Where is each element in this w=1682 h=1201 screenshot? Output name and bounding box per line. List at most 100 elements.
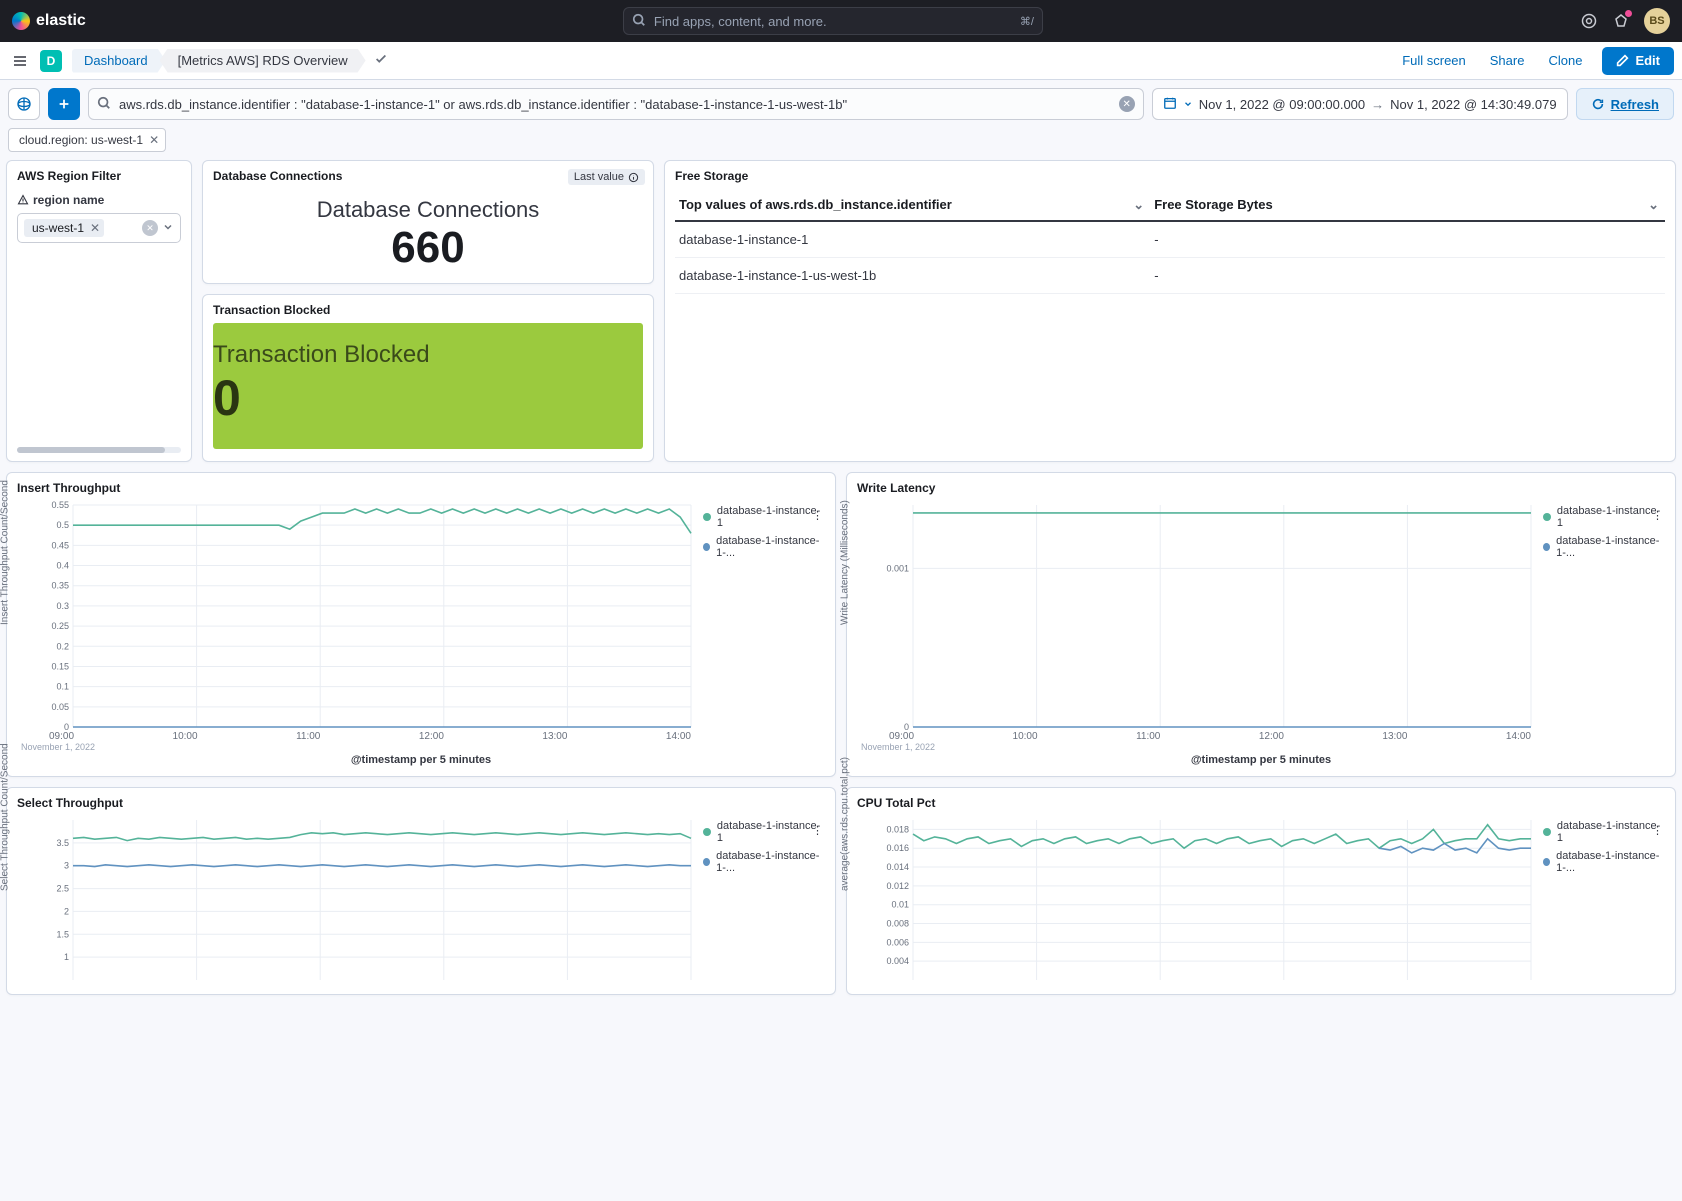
db-connections-panel: Database Connections Last value Database… (202, 160, 654, 284)
search-placeholder: Find apps, content, and more. (654, 14, 827, 29)
data-view-button[interactable] (8, 88, 40, 120)
cpu-total-panel: CPU Total Pct average(aws.rds.cpu.total.… (846, 787, 1676, 995)
legend-item[interactable]: database-1-instance-1-... (703, 850, 825, 874)
chart-area[interactable]: 11.522.533.5 (45, 816, 695, 984)
legend-label: database-1-instance-1 (717, 820, 825, 844)
panel-title: CPU Total Pct (857, 796, 1665, 810)
calendar-icon (1163, 96, 1177, 113)
svg-text:2.5: 2.5 (56, 884, 69, 894)
chevron-down-icon: ⌄ (1133, 197, 1144, 213)
last-value-badge[interactable]: Last value (568, 169, 645, 185)
help-icon[interactable] (1580, 12, 1598, 30)
legend-item[interactable]: database-1-instance-1 (703, 505, 825, 529)
fullscreen-button[interactable]: Full screen (1390, 53, 1478, 68)
legend-more-icon[interactable]: ⋮ (1652, 509, 1663, 522)
legend-swatch (1543, 543, 1550, 551)
svg-text:0.014: 0.014 (886, 862, 909, 872)
svg-text:1: 1 (64, 952, 69, 962)
remove-pill-icon[interactable]: ✕ (90, 221, 100, 235)
svg-text:0.25: 0.25 (51, 621, 69, 631)
table-row[interactable]: database-1-instance-1-us-west-1b- (675, 258, 1665, 294)
svg-text:0.008: 0.008 (886, 919, 909, 929)
legend-item[interactable]: database-1-instance-1-... (1543, 850, 1665, 874)
legend-item[interactable]: database-1-instance-1-... (1543, 535, 1665, 559)
legend-more-icon[interactable]: ⋮ (812, 509, 823, 522)
cell-id: database-1-instance-1-us-west-1b (675, 258, 1150, 294)
arrow-right-icon: → (1371, 97, 1384, 112)
table-row[interactable]: database-1-instance-1- (675, 221, 1665, 258)
chevron-down-icon[interactable] (162, 220, 174, 236)
region-filter-panel: AWS Region Filter region name us-west-1 … (6, 160, 192, 462)
table-header[interactable]: Free Storage Bytes⌄ (1150, 189, 1665, 221)
region-field-label: region name (17, 193, 181, 207)
clear-query-button[interactable]: ✕ (1119, 96, 1135, 112)
svg-text:0: 0 (904, 722, 909, 731)
y-axis-label: average(aws.rds.cpu.total.pct) (840, 757, 851, 891)
legend-item[interactable]: database-1-instance-1 (1543, 820, 1665, 844)
edit-label: Edit (1635, 53, 1660, 68)
svg-text:0.3: 0.3 (56, 601, 69, 611)
insert-throughput-panel: Insert Throughput Insert Throughput Coun… (6, 472, 836, 777)
svg-text:0.35: 0.35 (51, 581, 69, 591)
brand-logo[interactable]: elastic (12, 12, 86, 30)
search-icon (632, 13, 646, 30)
newsfeed-icon[interactable] (1612, 12, 1630, 30)
user-avatar[interactable]: BS (1644, 8, 1670, 34)
metric-value: 0 (213, 369, 643, 427)
clone-button[interactable]: Clone (1536, 53, 1594, 68)
legend-label: database-1-instance-1-... (1556, 850, 1665, 874)
chart-legend: database-1-instance-1 database-1-instance… (1535, 816, 1665, 984)
search-shortcut: ⌘/ (1020, 15, 1034, 28)
query-text: aws.rds.db_instance.identifier : "databa… (119, 97, 847, 112)
chart-area[interactable]: 00.001 (885, 501, 1535, 731)
legend-item[interactable]: database-1-instance-1 (703, 820, 825, 844)
svg-text:0.01: 0.01 (891, 900, 909, 910)
chart-area[interactable]: 00.050.10.150.20.250.30.350.40.450.50.55 (45, 501, 695, 731)
metric-value: 660 (213, 223, 643, 273)
panel-title: Transaction Blocked (213, 303, 643, 317)
date-picker[interactable]: Nov 1, 2022 @ 09:00:00.000 → Nov 1, 2022… (1152, 88, 1568, 120)
legend-item[interactable]: database-1-instance-1-... (703, 535, 825, 559)
top-bar: elastic Find apps, content, and more. ⌘/… (0, 0, 1682, 42)
refresh-icon (1591, 97, 1605, 111)
breadcrumb-dashboard[interactable]: Dashboard (72, 49, 166, 73)
nav-menu-button[interactable] (8, 49, 32, 73)
scrollbar[interactable] (17, 447, 181, 453)
refresh-label: Refresh (1611, 97, 1659, 112)
x-ticks: 09:0010:0011:0012:0013:0014:00 (45, 731, 695, 742)
panel-title: AWS Region Filter (17, 169, 181, 183)
cell-val: - (1150, 221, 1665, 258)
close-icon[interactable]: ✕ (149, 133, 159, 147)
filter-chip[interactable]: cloud.region: us-west-1 ✕ (8, 128, 166, 152)
svg-text:0.15: 0.15 (51, 661, 69, 671)
legend-more-icon[interactable]: ⋮ (1652, 824, 1663, 837)
clear-all-icon[interactable]: ✕ (142, 220, 158, 236)
svg-text:0.016: 0.016 (886, 843, 909, 853)
global-search-input[interactable]: Find apps, content, and more. ⌘/ (623, 7, 1043, 35)
svg-text:0: 0 (64, 722, 69, 731)
chart-area[interactable]: 0.0040.0060.0080.010.0120.0140.0160.018 (885, 816, 1535, 984)
add-filter-button[interactable] (48, 88, 80, 120)
region-selected-pill[interactable]: us-west-1 ✕ (24, 219, 104, 237)
breadcrumb-bar: D Dashboard [Metrics AWS] RDS Overview F… (0, 42, 1682, 80)
svg-text:0.4: 0.4 (56, 561, 69, 571)
search-icon (97, 96, 111, 113)
svg-text:0.5: 0.5 (56, 520, 69, 530)
app-badge[interactable]: D (40, 50, 62, 72)
legend-swatch (1543, 828, 1551, 836)
table-header[interactable]: Top values of aws.rds.db_instance.identi… (675, 189, 1150, 221)
legend-item[interactable]: database-1-instance-1 (1543, 505, 1665, 529)
svg-text:0.004: 0.004 (886, 956, 909, 966)
legend-swatch (703, 828, 711, 836)
region-combobox[interactable]: us-west-1 ✕ ✕ (17, 213, 181, 243)
legend-swatch (703, 543, 710, 551)
saved-check-icon (374, 52, 388, 69)
legend-more-icon[interactable]: ⋮ (812, 824, 823, 837)
refresh-button[interactable]: Refresh (1576, 88, 1674, 120)
svg-text:0.55: 0.55 (51, 501, 69, 510)
svg-text:3.5: 3.5 (56, 838, 69, 848)
svg-text:3: 3 (64, 861, 69, 871)
query-input[interactable]: aws.rds.db_instance.identifier : "databa… (88, 88, 1144, 120)
share-button[interactable]: Share (1478, 53, 1537, 68)
edit-button[interactable]: Edit (1602, 47, 1674, 75)
